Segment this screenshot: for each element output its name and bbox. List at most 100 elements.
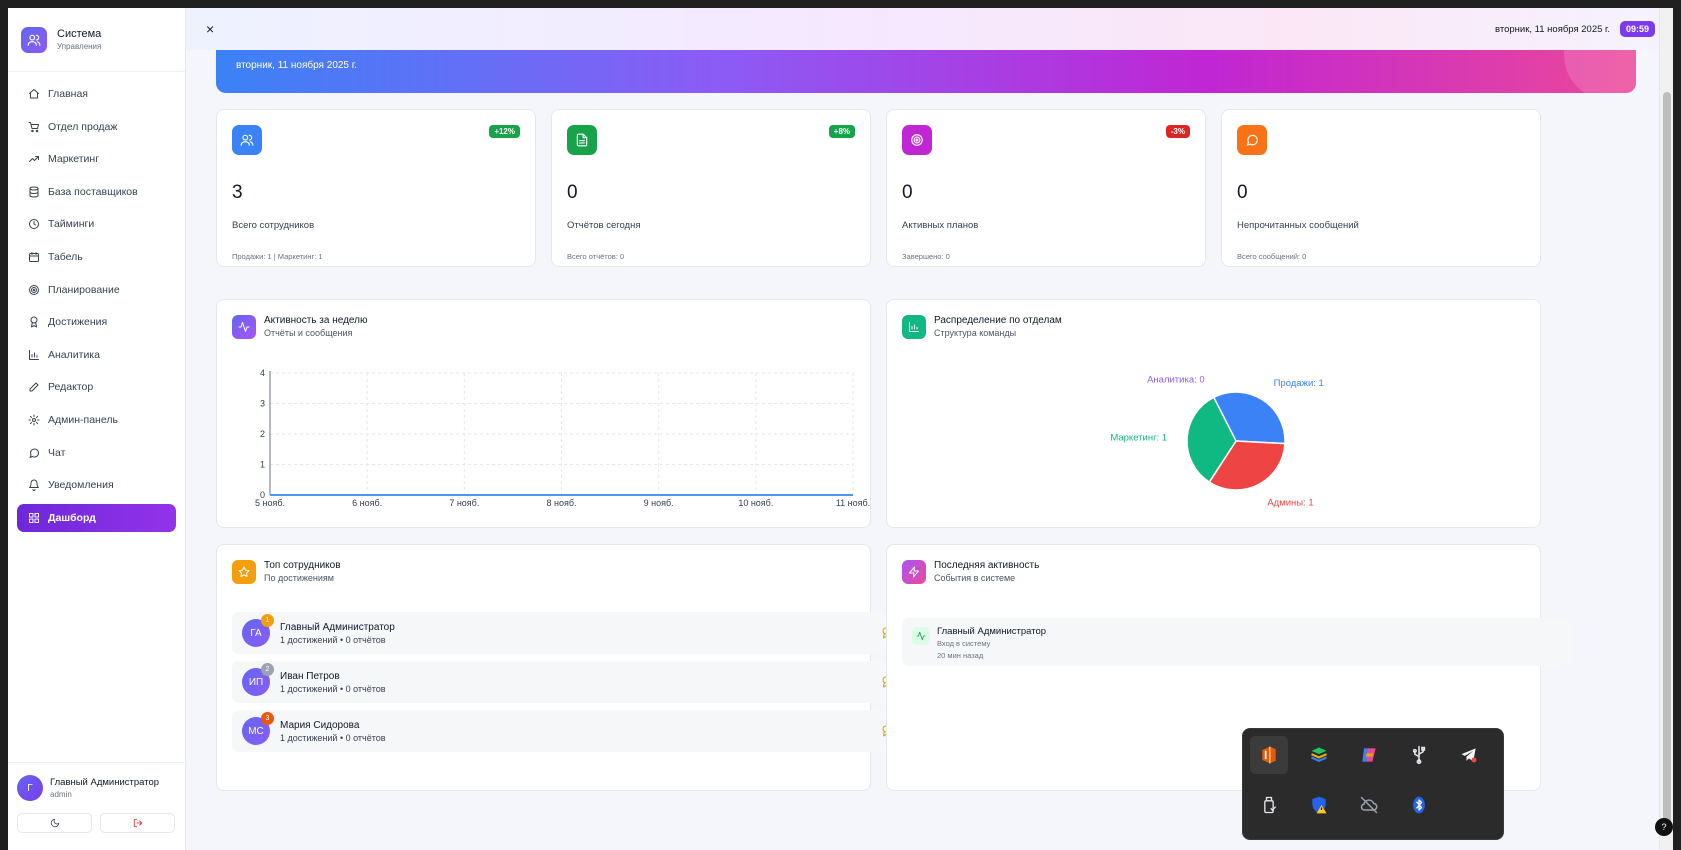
- banner-decoration: [1564, 50, 1636, 93]
- stat-label: Всего сотрудников: [232, 220, 315, 231]
- sidebar-item-label: Аналитика: [48, 348, 100, 361]
- sidebar-item-12[interactable]: Уведомления: [17, 471, 176, 499]
- sidebar-item-label: Табель: [48, 250, 83, 263]
- system-tray-flyout: [1242, 728, 1504, 840]
- sidebar-item-1[interactable]: Отдел продаж: [17, 113, 176, 141]
- avatar-initials: ГА: [250, 627, 262, 639]
- sidebar-item-0[interactable]: Главная: [17, 80, 176, 108]
- x-tick-label: 11 нояб.: [836, 498, 870, 508]
- copilot-icon[interactable]: [1350, 736, 1388, 774]
- sidebar-item-7[interactable]: Достижения: [17, 308, 176, 336]
- bluetooth-icon[interactable]: [1400, 786, 1438, 824]
- avatar: МС 3: [242, 712, 274, 745]
- user-profile[interactable]: Г Главный Администратор admin: [17, 775, 177, 801]
- avatar: ГА 1: [242, 614, 274, 647]
- y-tick-label: 3: [260, 399, 265, 409]
- stat-card: +12% 3 Всего сотрудников Продажи: 1 | Марке…: [216, 109, 536, 267]
- activity-item[interactable]: Главный Администратор Вход в систему 20 …: [902, 618, 1572, 666]
- list-item[interactable]: ИП 2 Иван Петров 1 достижений • 0 отчётов: [232, 661, 902, 703]
- target-icon: [29, 284, 39, 295]
- top-employees-subtitle: По достижениям: [264, 573, 334, 583]
- employee-name: Мария Сидорова: [280, 719, 360, 731]
- activity-user: Главный Администратор: [937, 626, 1047, 637]
- avatar-initials: МС: [248, 725, 264, 737]
- pie-label: Аналитика: 0: [1147, 375, 1205, 386]
- sidebar-item-8[interactable]: Аналитика: [17, 341, 176, 369]
- stat-label: Активных планов: [902, 220, 979, 231]
- top-employees-card: Топ сотрудников По достижениям ГА 1 Главны…: [216, 544, 902, 791]
- close-button[interactable]: ×: [206, 21, 214, 37]
- target-icon: [902, 125, 932, 155]
- window-top-strip: [0, 0, 1681, 8]
- sidebar-item-label: Отдел продаж: [48, 120, 118, 133]
- stat-value: 0: [567, 182, 578, 203]
- employee-meta: 1 достижений • 0 отчётов: [280, 634, 386, 645]
- star-icon: [232, 560, 256, 584]
- usb-icon[interactable]: [1400, 736, 1438, 774]
- sidebar-item-label: Дашборд: [48, 511, 96, 524]
- sidebar-item-label: Главная: [48, 88, 88, 100]
- activity-pulse-icon: [912, 627, 930, 645]
- rank-badge: 2: [261, 663, 274, 676]
- trending-up-icon: [29, 156, 39, 163]
- user-panel: Г Главный Администратор admin: [8, 762, 186, 850]
- department-pie-chart: Продажи: 1 Админы: 1 Маркетинг: 1 Аналитика…: [1110, 375, 1323, 509]
- stat-label: Непрочитанных сообщений: [1237, 220, 1359, 231]
- recent-activity-title: Последняя активность: [934, 560, 1040, 571]
- activity-time: 20 мин назад: [937, 651, 984, 660]
- stat-subtext: Всего отчётов: 0: [567, 252, 625, 261]
- list-item[interactable]: МС 3 Мария Сидорова 1 достижений • 0 отчёто…: [232, 710, 902, 752]
- employee-name: Иван Петров: [280, 670, 340, 682]
- current-date: вторник, 11 ноября 2025 г.: [1495, 23, 1610, 35]
- sidebar-item-9[interactable]: Редактор: [17, 373, 176, 401]
- y-tick-label: 1: [260, 460, 265, 470]
- edit-icon: [29, 382, 39, 392]
- trend-badge: -3%: [1165, 125, 1190, 138]
- scrollbar-thumb[interactable]: [1663, 92, 1671, 824]
- message-icon: [29, 448, 40, 458]
- theme-toggle-button[interactable]: [17, 813, 92, 833]
- help-button[interactable]: ?: [1655, 818, 1673, 836]
- avatar: Г: [17, 775, 43, 801]
- calendar-icon: [29, 251, 39, 262]
- top-employees-title: Топ сотрудников: [264, 560, 341, 571]
- sidebar-item-label: Редактор: [48, 381, 94, 394]
- sidebar-item-label: База поставщиков: [48, 185, 138, 198]
- sidebar-item-6[interactable]: Планирование: [17, 276, 176, 304]
- sidebar-item-2[interactable]: Маркетинг: [17, 145, 176, 173]
- x-tick-label: 6 нояб.: [352, 498, 382, 508]
- trend-badge: +12%: [489, 125, 520, 138]
- sidebar-item-5[interactable]: Табель: [17, 243, 176, 271]
- stat-subtext: Завершено: 0: [902, 252, 950, 261]
- cloud-off-icon[interactable]: [1350, 786, 1388, 824]
- telegram-icon[interactable]: [1450, 736, 1488, 774]
- rank-badge: 1: [261, 614, 274, 627]
- bluestacks-icon[interactable]: [1300, 736, 1338, 774]
- settings-icon: [28, 414, 40, 426]
- logout-button[interactable]: [100, 813, 175, 833]
- top-bar: × вторник, 11 ноября 2025 г. 09:59: [186, 8, 1673, 50]
- stat-card: +8% 0 Отчётов сегодня Всего отчётов: 0: [551, 109, 871, 267]
- usb-drive-icon[interactable]: [1250, 786, 1288, 824]
- moon-icon: [50, 818, 59, 828]
- sidebar-item-10[interactable]: Админ-панель: [17, 406, 176, 434]
- sidebar-item-13[interactable]: Дашборд: [17, 503, 176, 532]
- users-icon: [21, 26, 47, 53]
- sidebar-item-3[interactable]: База поставщиков: [17, 178, 176, 206]
- employee-name: Главный Администратор: [280, 621, 395, 633]
- sidebar-item-label: Админ-панель: [48, 413, 118, 426]
- sidebar-item-label: Чат: [48, 446, 66, 459]
- page-scrollbar[interactable]: [1659, 8, 1673, 850]
- sidebar-item-11[interactable]: Чат: [17, 439, 176, 467]
- brand-title: Система: [57, 28, 102, 40]
- sidebar-nav: Главная Отдел продаж Маркетинг База поставщ…: [8, 72, 185, 544]
- sidebar-item-4[interactable]: Тайминги: [17, 210, 176, 238]
- list-item[interactable]: ГА 1 Главный Администратор 1 достижений • 0…: [232, 612, 902, 654]
- brand-subtitle: Управления: [57, 42, 102, 51]
- y-tick-label: 4: [260, 368, 265, 378]
- office-icon[interactable]: [1250, 736, 1288, 774]
- avatar-initials: ИП: [248, 676, 264, 688]
- database-icon: [29, 186, 39, 198]
- award-icon: [30, 316, 38, 328]
- defender-warning-icon[interactable]: [1300, 786, 1338, 824]
